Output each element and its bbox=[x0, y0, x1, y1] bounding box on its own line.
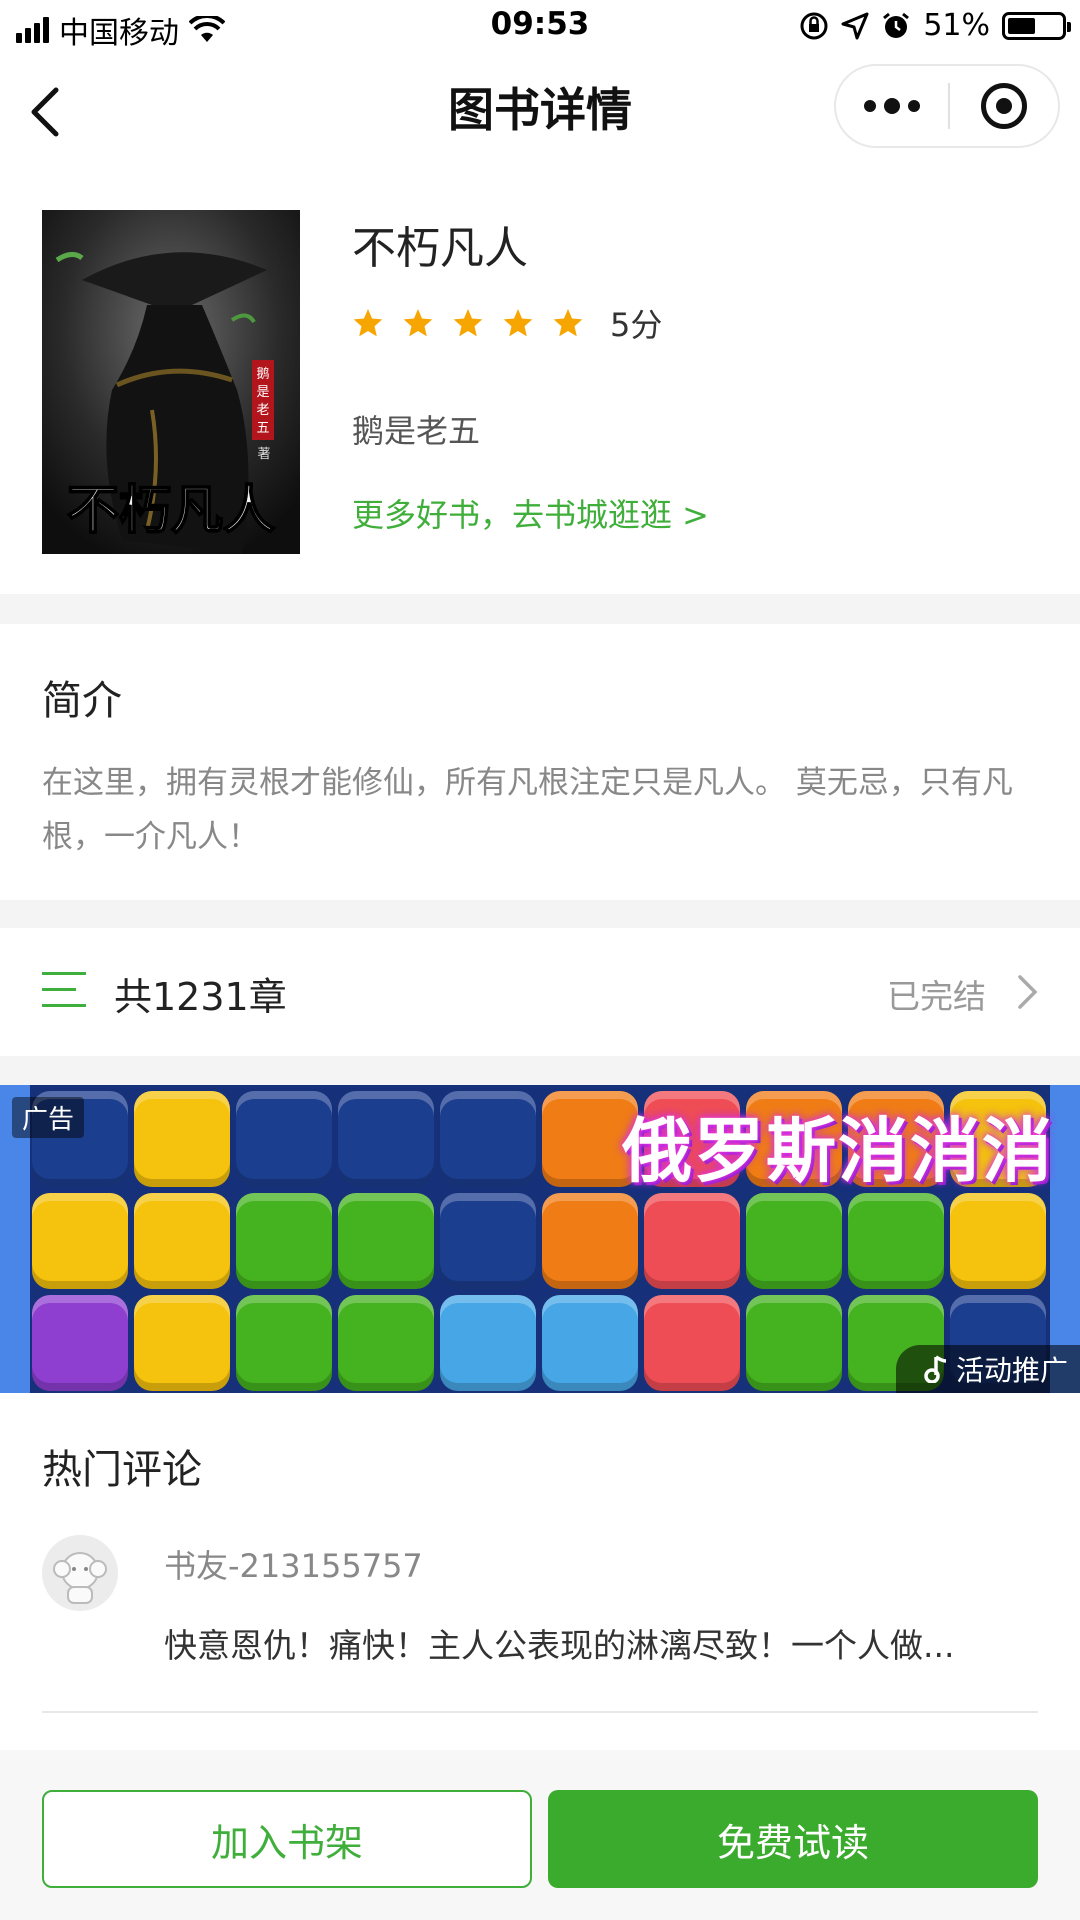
book-cover: 鹅 是 老 五 著 不朽凡人 bbox=[42, 210, 300, 554]
more-button[interactable] bbox=[836, 66, 948, 146]
comment-text[interactable]: 快意恩仇！痛快！主人公表现的淋漓尽致！一个人做... bbox=[164, 1619, 1044, 1667]
status-right: 51% bbox=[799, 8, 1071, 43]
cover-title: 不朽凡人 bbox=[67, 480, 275, 541]
game-tile bbox=[440, 1193, 536, 1289]
intro-text: 在这里，拥有灵根才能修仙，所有凡根注定只是凡人。 莫无忌，只有凡根，一介凡人！ bbox=[42, 765, 1013, 855]
svg-text:著: 著 bbox=[257, 447, 270, 462]
music-note-icon bbox=[924, 1355, 947, 1383]
book-title: 不朽凡人 bbox=[352, 223, 528, 274]
battery-icon bbox=[1002, 11, 1071, 40]
section-divider bbox=[0, 1056, 1080, 1085]
rating: 5分 bbox=[352, 300, 662, 346]
battery-percent: 51% bbox=[923, 8, 990, 43]
comment-divider bbox=[42, 1711, 1038, 1713]
game-tile bbox=[644, 1193, 740, 1289]
game-tile bbox=[338, 1091, 434, 1187]
game-tile bbox=[848, 1193, 944, 1289]
game-tile bbox=[134, 1295, 230, 1391]
svg-text:五: 五 bbox=[256, 421, 269, 436]
game-tile bbox=[236, 1295, 332, 1391]
book-info-section: 鹅 是 老 五 著 不朽凡人 不朽凡人 5分 鹅是老五 更多好书，去书城逛逛 > bbox=[0, 162, 1080, 594]
game-tile bbox=[236, 1091, 332, 1187]
location-icon bbox=[841, 12, 869, 39]
game-tile bbox=[134, 1091, 230, 1187]
more-books-link[interactable]: 更多好书，去书城逛逛 > bbox=[352, 490, 709, 536]
game-tile bbox=[746, 1295, 842, 1391]
chevron-right-icon bbox=[1018, 975, 1038, 1009]
bottom-action-bar: 加入书架 免费试读 bbox=[0, 1750, 1080, 1920]
list-icon bbox=[42, 972, 86, 1008]
game-tile bbox=[236, 1193, 332, 1289]
cover-seal-char: 鹅 bbox=[256, 366, 269, 382]
svg-text:老: 老 bbox=[256, 403, 269, 418]
game-tile bbox=[338, 1193, 434, 1289]
miniprogram-capsule bbox=[834, 64, 1060, 148]
avatar bbox=[42, 1535, 118, 1611]
star-icon bbox=[453, 309, 483, 337]
battery-fill bbox=[1008, 17, 1035, 34]
intro-heading: 简介 bbox=[42, 678, 122, 724]
ad-banner[interactable]: 俄罗斯消消消 广告 活动推广 bbox=[0, 1085, 1080, 1393]
game-tile bbox=[440, 1295, 536, 1391]
svg-text:是: 是 bbox=[256, 385, 269, 400]
game-tile bbox=[542, 1295, 638, 1391]
close-button[interactable] bbox=[950, 66, 1058, 146]
rating-stars bbox=[352, 307, 584, 339]
ad-title: 俄罗斯消消消 bbox=[622, 1110, 1054, 1192]
game-tile bbox=[32, 1295, 128, 1391]
add-to-shelf-button[interactable]: 加入书架 bbox=[42, 1790, 532, 1888]
alarm-icon bbox=[883, 12, 910, 38]
game-tile bbox=[542, 1193, 638, 1289]
comments-section: 热门评论 书友-213155757 快意恩仇！痛快！主人公表现的淋漓尽致！一个人… bbox=[0, 1393, 1080, 1713]
chapter-status: 已完结 bbox=[887, 977, 986, 1016]
game-tile bbox=[440, 1091, 536, 1187]
intro-section: 简介 在这里，拥有灵根才能修仙，所有凡根注定只是凡人。 莫无忌，只有凡根，一介凡… bbox=[0, 624, 1080, 900]
rating-score: 5分 bbox=[610, 306, 663, 344]
more-dots-icon bbox=[864, 100, 876, 112]
nav-bar: 图书详情 bbox=[0, 54, 1080, 162]
game-tile bbox=[338, 1295, 434, 1391]
chapter-list-row[interactable]: 共1231章 已完结 bbox=[0, 928, 1080, 1056]
section-divider bbox=[0, 594, 1080, 624]
section-divider bbox=[0, 900, 1080, 928]
free-read-button[interactable]: 免费试读 bbox=[548, 1790, 1038, 1888]
ad-promo-label: 活动推广 bbox=[955, 1354, 1068, 1387]
chapter-count: 共1231章 bbox=[114, 975, 287, 1019]
star-icon bbox=[503, 309, 533, 337]
star-icon bbox=[353, 309, 383, 337]
ad-label: 广告 bbox=[12, 1097, 85, 1138]
game-tile bbox=[644, 1295, 740, 1391]
status-bar: 中国移动 09:53 51% bbox=[0, 0, 1080, 54]
comment-user: 书友-213155757 bbox=[164, 1547, 423, 1585]
book-author[interactable]: 鹅是老五 bbox=[352, 406, 480, 452]
cover-art: 鹅 是 老 五 著 不朽凡人 bbox=[42, 210, 300, 554]
game-tile bbox=[32, 1193, 128, 1289]
comments-heading: 热门评论 bbox=[42, 1447, 202, 1493]
game-tile bbox=[950, 1193, 1046, 1289]
star-icon bbox=[553, 309, 583, 337]
lock-rotation-icon bbox=[800, 12, 828, 39]
game-tile bbox=[746, 1193, 842, 1289]
ad-promo-tag: 活动推广 bbox=[895, 1345, 1080, 1393]
close-target-icon bbox=[981, 83, 1027, 129]
star-icon bbox=[403, 309, 433, 337]
game-tile bbox=[134, 1193, 230, 1289]
